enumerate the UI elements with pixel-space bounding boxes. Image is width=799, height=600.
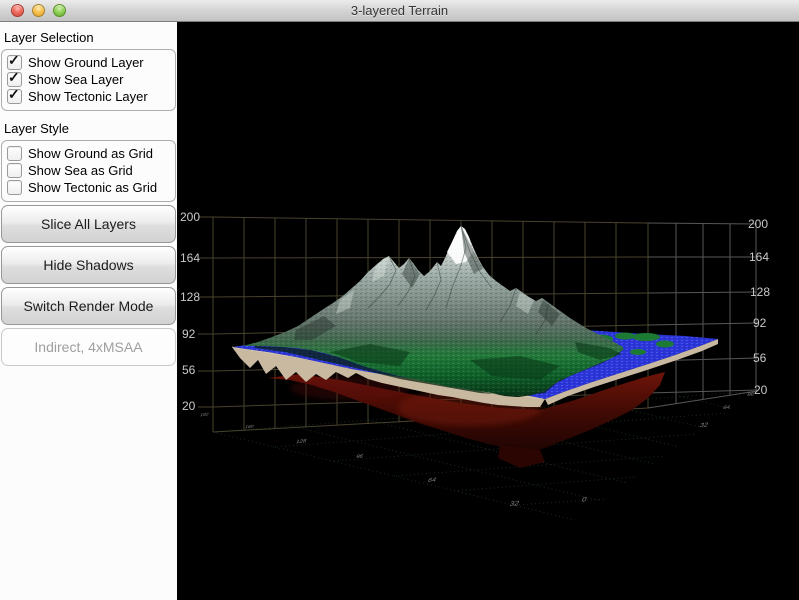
checkbox-label: Show Sea Layer: [28, 72, 124, 87]
left-axis-tick: 128: [180, 290, 201, 304]
checkbox-box[interactable]: [7, 146, 22, 161]
check-icon: ✓: [8, 86, 20, 102]
window-title: 3-layered Terrain: [350, 3, 449, 18]
checkbox-ground-as-grid[interactable]: Show Ground as Grid: [7, 145, 175, 162]
layer-selection-group: ✓ Show Ground Layer ✓ Show Sea Layer ✓ S…: [1, 49, 176, 111]
left-axis-tick: 164: [180, 251, 201, 265]
checkbox-show-sea-layer[interactable]: ✓ Show Sea Layer: [7, 69, 175, 88]
wall-grid-right: [647, 222, 758, 409]
hide-shadows-button[interactable]: Hide Shadows: [1, 246, 176, 284]
checkbox-show-ground-layer[interactable]: ✓ Show Ground Layer: [7, 52, 175, 71]
checkbox-box[interactable]: ✓: [7, 69, 22, 87]
checkbox-tectonic-as-grid[interactable]: Show Tectonic as Grid: [7, 179, 175, 196]
check-icon: ✓: [8, 52, 20, 68]
checkbox-sea-as-grid[interactable]: Show Sea as Grid: [7, 162, 175, 179]
left-axis-tick: 200: [180, 210, 201, 224]
right-axis-tick: 128: [750, 285, 771, 299]
render-mode-status-text: Indirect, 4xMSAA: [34, 339, 143, 355]
terrain-3d-scene: [198, 216, 758, 521]
terrain-viewport[interactable]: 200 164 128 92 56 20 200 164 128 92 56 2…: [177, 22, 799, 600]
left-axis-tick: 20: [182, 399, 196, 413]
layer-style-heading: Layer Style: [4, 121, 70, 136]
checkbox-box[interactable]: [7, 180, 22, 195]
zoom-button[interactable]: [53, 4, 66, 17]
right-axis-tick: 20: [754, 383, 768, 397]
checkbox-label: Show Tectonic Layer: [28, 89, 148, 104]
checkbox-label: Show Tectonic as Grid: [28, 180, 158, 195]
switch-render-mode-button[interactable]: Switch Render Mode: [1, 287, 176, 325]
render-mode-status: Indirect, 4xMSAA: [1, 328, 176, 366]
right-axis-tick: 92: [753, 316, 767, 330]
checkbox-show-tectonic-layer[interactable]: ✓ Show Tectonic Layer: [7, 86, 175, 105]
app-window: 3-layered Terrain Layer Selection ✓ Show…: [0, 0, 799, 600]
minimize-button[interactable]: [32, 4, 45, 17]
checkbox-label: Show Ground as Grid: [28, 146, 154, 161]
left-axis-tick: 56: [182, 363, 196, 377]
slice-all-layers-button[interactable]: Slice All Layers: [1, 205, 176, 243]
right-axis-tick: 164: [749, 250, 770, 264]
checkbox-box[interactable]: ✓: [7, 86, 22, 104]
left-axis-tick: 92: [182, 327, 196, 341]
checkbox-label: Show Sea as Grid: [28, 163, 133, 178]
traffic-lights: [11, 4, 66, 17]
close-button[interactable]: [11, 4, 24, 17]
right-axis-tick: 56: [753, 351, 767, 365]
check-icon: ✓: [8, 69, 20, 85]
sidebar: Layer Selection ✓ Show Ground Layer ✓ Sh…: [0, 22, 177, 600]
window-titlebar: 3-layered Terrain: [0, 0, 799, 22]
checkbox-label: Show Ground Layer: [28, 55, 144, 70]
layer-style-group: Show Ground as Grid Show Sea as Grid Sho…: [1, 140, 176, 202]
layer-selection-heading: Layer Selection: [4, 30, 94, 45]
checkbox-box[interactable]: ✓: [7, 52, 22, 70]
right-axis-tick: 200: [748, 217, 769, 231]
checkbox-box[interactable]: [7, 163, 22, 178]
